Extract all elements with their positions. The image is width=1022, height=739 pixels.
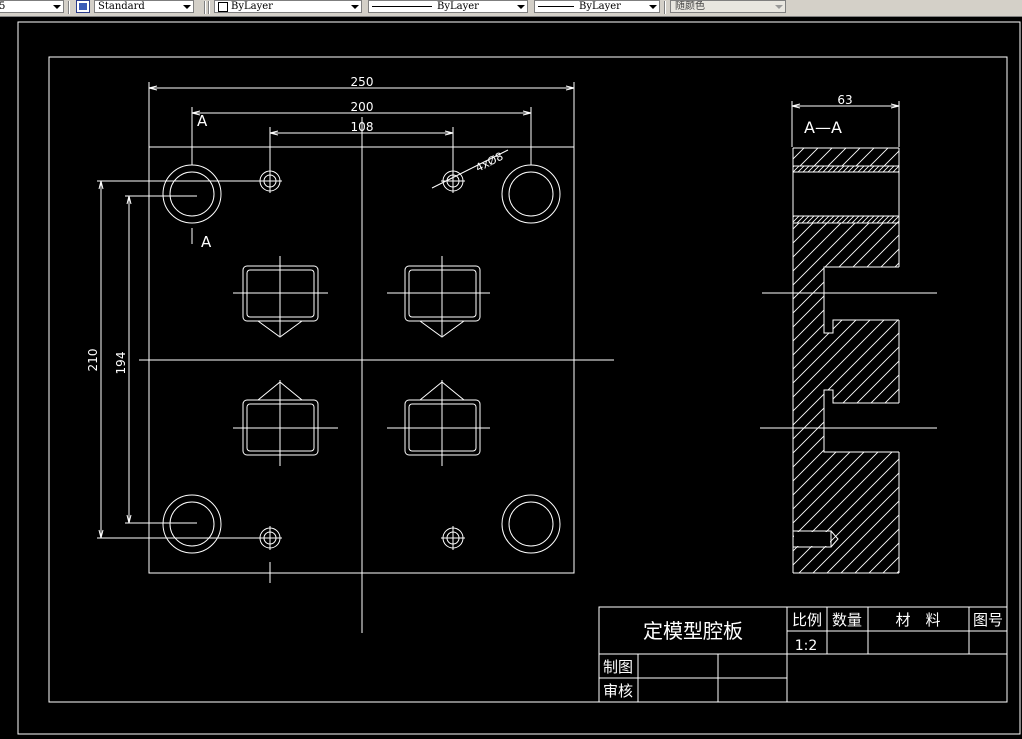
cavity-bottom-left: [233, 380, 338, 466]
text-style-value: Standard: [98, 1, 145, 12]
guide-bushing-top-left: [162, 164, 222, 224]
section-mark-bottom: A: [201, 233, 212, 251]
lineweight-value: ByLayer: [579, 1, 621, 12]
scale-value: 1:2: [795, 638, 818, 654]
cavity-bottom-right: [387, 380, 490, 466]
dim-63-label: 63: [837, 93, 852, 107]
section-cut-line: [191, 127, 271, 583]
drawing-canvas[interactable]: 250 200 108 210 194 4xØ8 A A 63 A—A 定模型腔…: [0, 16, 1022, 739]
toolbar-separator: [664, 1, 666, 14]
chevron-down-icon: [351, 5, 359, 9]
front-view: [97, 82, 614, 633]
chevron-down-icon: [775, 5, 783, 9]
layer-color-dropdown[interactable]: ByLayer: [214, 0, 362, 13]
dim-200-label: 200: [351, 100, 374, 114]
guide-bushing-bottom-right: [501, 494, 561, 554]
text-style-icon-glyph: [79, 3, 87, 10]
screw-hole-top-right: [441, 169, 465, 193]
chevron-down-icon: [649, 5, 657, 9]
material-header: 材 料: [895, 611, 940, 629]
guide-bushing-bottom-left: [162, 494, 222, 554]
linetype-sample: [372, 6, 432, 7]
chevron-down-icon: [53, 5, 61, 9]
plot-style-value: 随颜色: [675, 1, 705, 12]
color-swatch-icon: [218, 2, 228, 12]
text-style-dropdown[interactable]: Standard: [94, 0, 194, 13]
linetype-value: ByLayer: [437, 1, 479, 12]
cavity-top-right: [387, 256, 490, 338]
cavity-top-left: [233, 256, 328, 338]
partial-dropdown[interactable]: 5: [0, 0, 64, 13]
partial-dropdown-value: 5: [0, 1, 5, 12]
section-view: 63 A—A: [760, 93, 937, 574]
properties-toolbar: 5 Standard ByLayer ByLayer ByLayer 随颜色: [0, 0, 1022, 17]
screw-hole-bottom-left: [97, 526, 282, 550]
quantity-header: 数量: [832, 611, 862, 629]
dim-194-label: 194: [114, 352, 128, 375]
dim-210-label: 210: [86, 349, 100, 372]
screw-hole-bottom-right: [441, 526, 465, 550]
chevron-down-icon: [517, 5, 525, 9]
lineweight-sample: [538, 6, 574, 7]
title-block: 定模型腔板 比例 数量 材 料 图号 1:2 制图 审核: [598, 606, 1008, 703]
plot-style-dropdown[interactable]: 随颜色: [670, 0, 786, 13]
section-view-label: A—A: [804, 118, 842, 137]
drawing-number-header: 图号: [973, 611, 1003, 629]
dim-250-label: 250: [351, 75, 374, 89]
toolbar-separator: [208, 1, 210, 14]
dim-108-label: 108: [351, 120, 374, 134]
layer-color-value: ByLayer: [231, 1, 273, 12]
toolbar-separator: [68, 1, 70, 14]
section-mark-top: A: [197, 112, 208, 130]
toolbar-separator: [204, 1, 206, 14]
part-name: 定模型腔板: [643, 619, 743, 643]
text-style-icon[interactable]: [76, 0, 90, 13]
hole-callout-label: 4xØ8: [473, 150, 505, 175]
drawn-by-label: 制图: [603, 658, 633, 676]
checked-by-label: 审核: [603, 682, 633, 700]
scale-header: 比例: [792, 611, 822, 629]
guide-bushing-top-right: [501, 164, 561, 224]
chevron-down-icon: [183, 5, 191, 9]
